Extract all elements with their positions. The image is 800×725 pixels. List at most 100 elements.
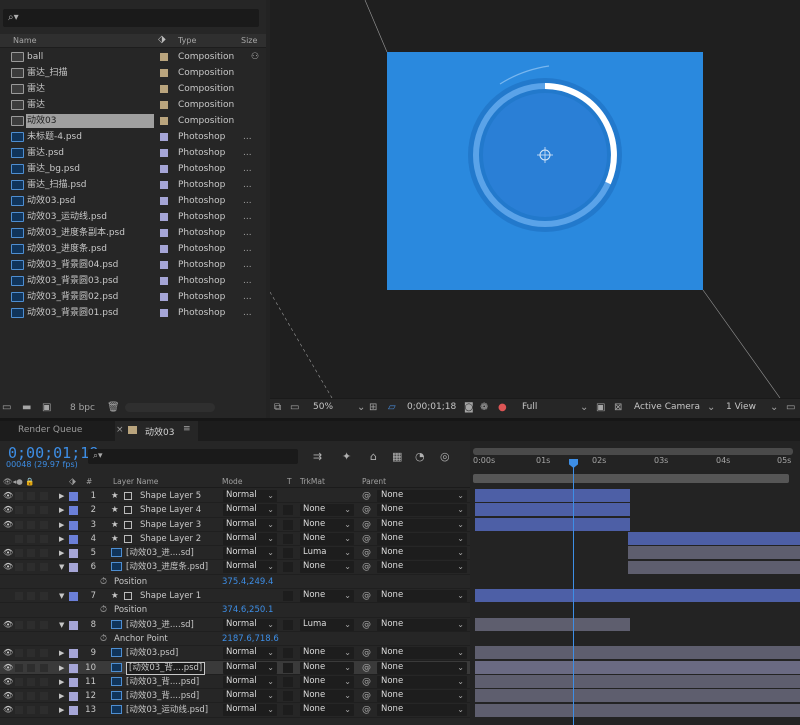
mode-column-header[interactable]: Mode [222, 477, 242, 486]
track-matte-select[interactable]: None ⌄ [300, 675, 354, 688]
collapse-switch-icon[interactable] [124, 506, 132, 515]
chevron-right-icon[interactable]: ▶ [59, 503, 64, 517]
audio-switch[interactable] [15, 663, 23, 672]
label-color-swatch[interactable] [69, 663, 78, 673]
label-color-swatch[interactable] [160, 117, 168, 125]
layer-duration-bar[interactable] [628, 546, 800, 560]
new-composition-icon[interactable]: ▣ [42, 402, 51, 413]
panel-menu-icon[interactable]: ≡ [183, 424, 191, 434]
blend-mode-select[interactable]: Normal ⌄ [223, 647, 277, 660]
layer-duration-bar[interactable] [475, 517, 630, 531]
view-layout-select[interactable]: 1 View [726, 402, 756, 412]
blend-mode-select[interactable]: Normal ⌄ [223, 561, 277, 574]
layer-duration-bar[interactable] [475, 489, 630, 502]
label-color-swatch[interactable] [69, 549, 78, 559]
layer-duration-bar[interactable] [628, 560, 800, 574]
lock-switch[interactable] [40, 549, 48, 558]
transparency-grid-icon[interactable]: ⊠ [614, 402, 622, 413]
preserve-transparency-toggle[interactable] [283, 519, 293, 530]
new-folder-icon[interactable]: ▬ [22, 402, 31, 413]
audio-switch[interactable] [15, 549, 23, 558]
parent-select[interactable]: None ⌄ [377, 690, 467, 703]
track-matte-select[interactable]: None ⌄ [300, 532, 354, 545]
lock-switch[interactable] [40, 663, 48, 672]
monitor-icon[interactable]: ▭ [290, 402, 299, 413]
lock-switch[interactable] [40, 534, 48, 543]
preserve-transparency-toggle[interactable] [283, 676, 293, 687]
label-color-swatch[interactable] [69, 620, 78, 630]
property-value[interactable]: 375.4,249.4 [222, 575, 273, 589]
lock-switch[interactable] [40, 563, 48, 572]
blend-mode-select[interactable]: Normal ⌄ [223, 704, 277, 717]
audio-switch[interactable] [15, 563, 23, 572]
pick-whip-icon[interactable]: @ [362, 560, 371, 574]
snapshot-icon[interactable]: ◙ [464, 402, 474, 413]
eye-icon[interactable]: 👁 [3, 489, 13, 503]
preserve-transparency-toggle[interactable] [283, 591, 293, 602]
pick-whip-icon[interactable]: @ [362, 489, 371, 503]
pick-whip-icon[interactable]: @ [362, 518, 371, 532]
parent-select[interactable]: None ⌄ [377, 504, 467, 517]
audio-switch[interactable] [15, 520, 23, 529]
preserve-transparency-toggle[interactable] [283, 562, 293, 573]
track-matte-select[interactable]: None ⌄ [300, 561, 354, 574]
project-item[interactable]: 动效03_背景圆04.psd Photoshop... [0, 257, 266, 273]
parent-select[interactable]: None ⌄ [377, 704, 467, 717]
label-color-swatch[interactable] [160, 53, 168, 61]
label-color-swatch[interactable] [69, 506, 78, 516]
toggle-mask-icon[interactable]: ▱ [388, 402, 396, 413]
collapse-switch-icon[interactable] [124, 534, 132, 543]
blend-mode-select[interactable]: Normal ⌄ [223, 661, 277, 674]
layer-duration-bar[interactable] [628, 531, 800, 545]
layer-property-row[interactable]: ⏱ Position 375.4,249.4 [0, 575, 470, 590]
layer-name[interactable]: [动效03_背....psd] [126, 675, 199, 689]
eye-icon[interactable]: 👁 [3, 560, 13, 574]
motion-blur-icon[interactable]: ◔ [415, 450, 425, 463]
parent-select[interactable]: None ⌄ [377, 661, 467, 674]
layer-row[interactable]: 👁 ▶ 11 [动效03_背....psd] Normal ⌄ None ⌄ @ None ⌄ [0, 675, 470, 690]
time-navigator[interactable] [473, 448, 793, 455]
lock-switch[interactable] [40, 677, 48, 686]
chevron-right-icon[interactable]: ▶ [59, 546, 64, 560]
project-item[interactable]: 动效03_背景圆01.psd Photoshop... [0, 305, 266, 321]
track-matte-select[interactable]: Luma ⌄ [300, 547, 354, 560]
blend-mode-select[interactable]: Normal ⌄ [223, 532, 277, 545]
eye-icon[interactable]: 👁 [3, 703, 13, 717]
collapse-switch-icon[interactable] [124, 520, 132, 529]
label-color-swatch[interactable] [160, 165, 168, 173]
layer-duration-bar[interactable] [475, 589, 800, 603]
pick-whip-icon[interactable]: @ [362, 532, 371, 546]
solo-switch[interactable] [27, 706, 35, 715]
layer-name-column-header[interactable]: Layer Name [113, 477, 158, 486]
track-matte-select[interactable]: None ⌄ [300, 661, 354, 674]
audio-switch[interactable] [15, 592, 23, 601]
layer-name[interactable]: Shape Layer 4 [140, 503, 201, 517]
chevron-right-icon[interactable]: ▶ [59, 689, 64, 703]
project-item[interactable]: 雷达_扫描.psd Photoshop... [0, 177, 266, 193]
lock-switch[interactable] [40, 706, 48, 715]
label-color-swatch[interactable] [69, 492, 78, 501]
resolution-select[interactable]: Full [522, 402, 537, 412]
draft-3d-icon[interactable]: ✦ [342, 450, 351, 463]
name-column-header[interactable]: Name [13, 36, 37, 45]
solo-switch[interactable] [27, 677, 35, 686]
camera-select[interactable]: Active Camera [634, 402, 700, 412]
solo-switch[interactable] [27, 620, 35, 629]
preserve-transparency-toggle[interactable] [283, 662, 293, 673]
collapse-switch-icon[interactable] [124, 492, 132, 500]
parent-select[interactable]: None ⌄ [377, 647, 467, 660]
label-color-swatch[interactable] [69, 677, 78, 687]
lock-switch[interactable] [40, 492, 48, 500]
project-item[interactable]: 未标题-4.psd Photoshop... [0, 129, 266, 145]
label-color-swatch[interactable] [69, 592, 78, 602]
composition-flowchart-icon[interactable]: ⇉ [313, 450, 322, 463]
layer-name[interactable]: [动效03_进度条.psd] [126, 560, 208, 574]
preserve-transparency-toggle[interactable] [283, 548, 293, 559]
frame-blending-icon[interactable]: ▦ [392, 450, 402, 463]
label-color-swatch[interactable] [69, 563, 78, 573]
eye-icon[interactable]: 👁 [3, 646, 13, 660]
project-item[interactable]: 雷达_bg.psd Photoshop... [0, 161, 266, 177]
project-item[interactable]: 动效03_背景圆02.psd Photoshop... [0, 289, 266, 305]
blend-mode-select[interactable]: Normal ⌄ [223, 490, 277, 502]
preserve-transparency-toggle[interactable] [283, 533, 293, 544]
